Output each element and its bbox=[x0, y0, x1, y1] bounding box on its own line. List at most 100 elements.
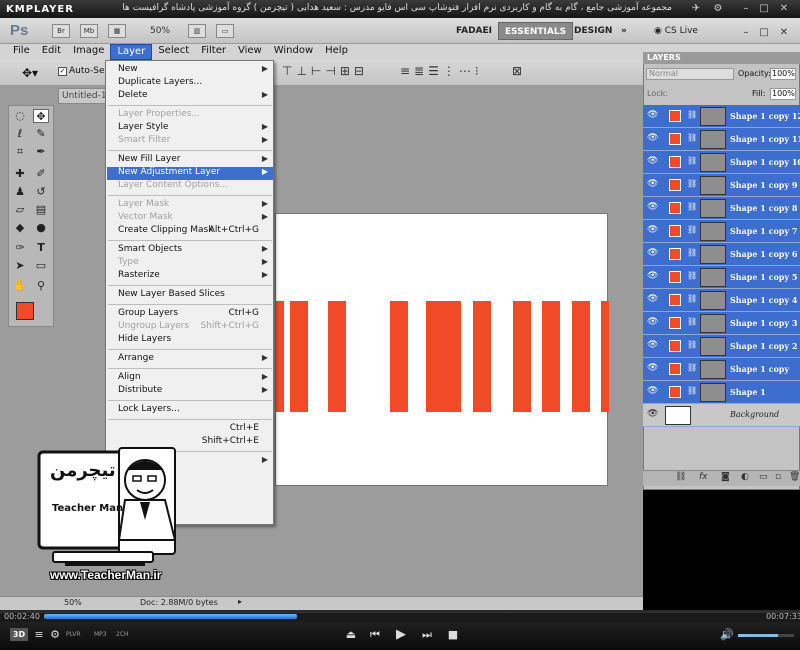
status-arrow-icon[interactable]: ▸ bbox=[238, 597, 242, 606]
workspace-essentials[interactable]: ESSENTIALS bbox=[498, 22, 574, 40]
menu-file[interactable]: File bbox=[7, 44, 36, 60]
options-icon[interactable]: ⚙ bbox=[712, 3, 724, 15]
visibility-eye-icon[interactable]: 👁 bbox=[647, 156, 658, 166]
stop-icon[interactable]: ■ bbox=[446, 628, 460, 642]
menu-item-smart-filter[interactable]: Smart Filter bbox=[118, 135, 170, 145]
next-icon[interactable]: ⏭ bbox=[420, 628, 434, 642]
layer-row[interactable]: 👁 ⛓ Shape 1 copy 9 bbox=[643, 174, 800, 197]
visibility-eye-icon[interactable]: 👁 bbox=[647, 133, 658, 143]
menu-filter[interactable]: Filter bbox=[195, 44, 232, 60]
close-icon[interactable]: ✕ bbox=[778, 3, 790, 15]
menu-item-new-fill-layer[interactable]: New Fill Layer bbox=[118, 154, 180, 164]
visibility-eye-icon[interactable]: 👁 bbox=[647, 363, 658, 373]
menu-item-layer-properties[interactable]: Layer Properties... bbox=[118, 109, 200, 119]
menu-item-vector-mask[interactable]: Vector Mask bbox=[118, 212, 173, 222]
view-extras-button[interactable]: ▦ bbox=[108, 24, 126, 38]
ps-close-icon[interactable]: ✕ bbox=[778, 27, 790, 39]
menu-item-new[interactable]: New bbox=[118, 64, 138, 74]
menu-item-duplicate-layers[interactable]: Duplicate Layers... bbox=[118, 77, 202, 87]
menu-image[interactable]: Image bbox=[67, 44, 110, 60]
auto-select-checkbox[interactable]: ✓ bbox=[58, 67, 67, 76]
move-tool-icon[interactable]: ✥▾ bbox=[22, 66, 38, 80]
menu-item-rasterize[interactable]: Rasterize bbox=[118, 270, 160, 280]
menu-layer[interactable]: Layer bbox=[110, 44, 153, 60]
bridge-button[interactable]: Br bbox=[52, 24, 70, 38]
layer-row[interactable]: 👁 ⛓ Shape 1 copy bbox=[643, 358, 800, 381]
layer-row[interactable]: 👁 ⛓ Shape 1 copy 10 bbox=[643, 151, 800, 174]
opacity-input[interactable]: 100% bbox=[770, 68, 796, 80]
menu-item-new-layer-based-slices[interactable]: New Layer Based Slices bbox=[118, 289, 225, 299]
dodge-tool-icon[interactable]: ● bbox=[33, 221, 49, 235]
menu-item-layer-content-options[interactable]: Layer Content Options... bbox=[118, 180, 228, 190]
visibility-eye-icon[interactable]: 👁 bbox=[647, 225, 658, 235]
minibridge-button[interactable]: Mb bbox=[80, 24, 98, 38]
distribute-icons[interactable]: ≡≣☰⋮⋯⁝ bbox=[400, 64, 483, 78]
stamp-tool-icon[interactable]: ♟ bbox=[12, 185, 28, 199]
play-icon[interactable]: ▶ bbox=[394, 628, 408, 642]
visibility-eye-icon[interactable]: 👁 bbox=[647, 317, 658, 327]
layer-row[interactable]: 👁 ⛓ Shape 1 copy 5 bbox=[643, 266, 800, 289]
eraser-tool-icon[interactable]: ▱ bbox=[12, 203, 28, 217]
marquee-tool-icon[interactable]: ◌ bbox=[12, 109, 28, 123]
menu-item-distribute[interactable]: Distribute bbox=[118, 385, 162, 395]
align-icons[interactable]: ⊤⊥⊢⊣⊞⊟ bbox=[282, 64, 368, 78]
maximize-icon[interactable]: □ bbox=[758, 3, 770, 15]
visibility-eye-icon[interactable]: 👁 bbox=[647, 179, 658, 189]
layer-row[interactable]: 👁 ⛓ Shape 1 copy 7 bbox=[643, 220, 800, 243]
type-tool-icon[interactable]: T bbox=[33, 241, 49, 255]
move-tool-icon-active[interactable]: ✥ bbox=[33, 109, 49, 123]
auto-align-icon[interactable]: ⊠ bbox=[512, 64, 522, 78]
volume-icon[interactable]: 🔊 bbox=[720, 628, 734, 642]
menu-item-arrange[interactable]: Arrange bbox=[118, 353, 154, 363]
menu-select[interactable]: Select bbox=[152, 44, 195, 60]
menu-item-lock-layers[interactable]: Lock Layers... bbox=[118, 404, 180, 414]
layer-row[interactable]: 👁 ⛓ Shape 1 copy 2 bbox=[643, 335, 800, 358]
3d-badge[interactable]: 3D bbox=[10, 628, 28, 641]
playlist-icon[interactable]: ≡ bbox=[32, 628, 46, 642]
zoom-level[interactable]: 50% bbox=[150, 26, 170, 36]
fx-icon[interactable]: fx bbox=[699, 472, 708, 482]
menu-item-new-adjustment-layer[interactable]: New Adjustment Layer bbox=[107, 167, 273, 180]
layer-row[interactable]: 👁 Background bbox=[643, 404, 800, 427]
eject-icon[interactable]: ⏏ bbox=[344, 628, 358, 642]
menu-window[interactable]: Window bbox=[268, 44, 319, 60]
visibility-eye-icon[interactable]: 👁 bbox=[647, 110, 658, 120]
workspace-design[interactable]: DESIGN bbox=[568, 22, 618, 40]
layer-row[interactable]: 👁 ⛓ Shape 1 copy 3 bbox=[643, 312, 800, 335]
layer-row[interactable]: 👁 ⛓ Shape 1 copy 6 bbox=[643, 243, 800, 266]
healing-icon[interactable]: ✚ bbox=[12, 167, 28, 181]
menu-item-layer-style[interactable]: Layer Style bbox=[118, 122, 169, 132]
menu-help[interactable]: Help bbox=[319, 44, 354, 60]
previous-icon[interactable]: ⏮ bbox=[368, 628, 382, 642]
workspace-fadaei[interactable]: FADAEI bbox=[450, 22, 498, 40]
layer-row[interactable]: 👁 ⛓ Shape 1 copy 12 bbox=[643, 105, 800, 128]
foreground-color-swatch[interactable] bbox=[16, 302, 34, 320]
shape-tool-icon[interactable]: ▭ bbox=[33, 259, 49, 273]
workspace-more[interactable]: » bbox=[615, 22, 633, 40]
fill-input[interactable]: 100% bbox=[770, 88, 796, 100]
menu-view[interactable]: View bbox=[232, 44, 268, 60]
pen-tool-icon[interactable]: ✑ bbox=[12, 241, 28, 255]
menu-item-hide-layers[interactable]: Hide Layers bbox=[118, 334, 171, 344]
brush-tool-icon[interactable]: ✐ bbox=[33, 167, 49, 181]
cs-live[interactable]: ◉ CS Live bbox=[654, 26, 698, 36]
ps-minimize-icon[interactable]: – bbox=[740, 27, 752, 39]
menu-item-align[interactable]: Align bbox=[118, 372, 141, 382]
visibility-eye-icon[interactable]: 👁 bbox=[647, 202, 658, 212]
history-brush-icon[interactable]: ↺ bbox=[33, 185, 49, 199]
gradient-tool-icon[interactable]: ▤ bbox=[33, 203, 49, 217]
visibility-eye-icon[interactable]: 👁 bbox=[647, 409, 658, 419]
hand-tool-icon[interactable]: ✋ bbox=[12, 279, 28, 293]
visibility-eye-icon[interactable]: 👁 bbox=[647, 386, 658, 396]
layers-panel-title[interactable]: LAYERS bbox=[643, 52, 800, 64]
layer-row[interactable]: 👁 ⛓ Shape 1 copy 4 bbox=[643, 289, 800, 312]
menu-item-type[interactable]: Type bbox=[118, 257, 139, 267]
eyedropper-icon[interactable]: ✒ bbox=[33, 145, 49, 159]
canvas[interactable] bbox=[275, 213, 609, 486]
new-layer-icon[interactable]: ▫ bbox=[775, 472, 781, 482]
link-layers-icon[interactable]: ⛓ bbox=[675, 472, 686, 482]
path-select-icon[interactable]: ➤ bbox=[12, 259, 28, 273]
visibility-eye-icon[interactable]: 👁 bbox=[647, 248, 658, 258]
layer-row[interactable]: 👁 ⛓ Shape 1 copy 11 bbox=[643, 128, 800, 151]
blur-tool-icon[interactable]: ◆ bbox=[12, 221, 28, 235]
